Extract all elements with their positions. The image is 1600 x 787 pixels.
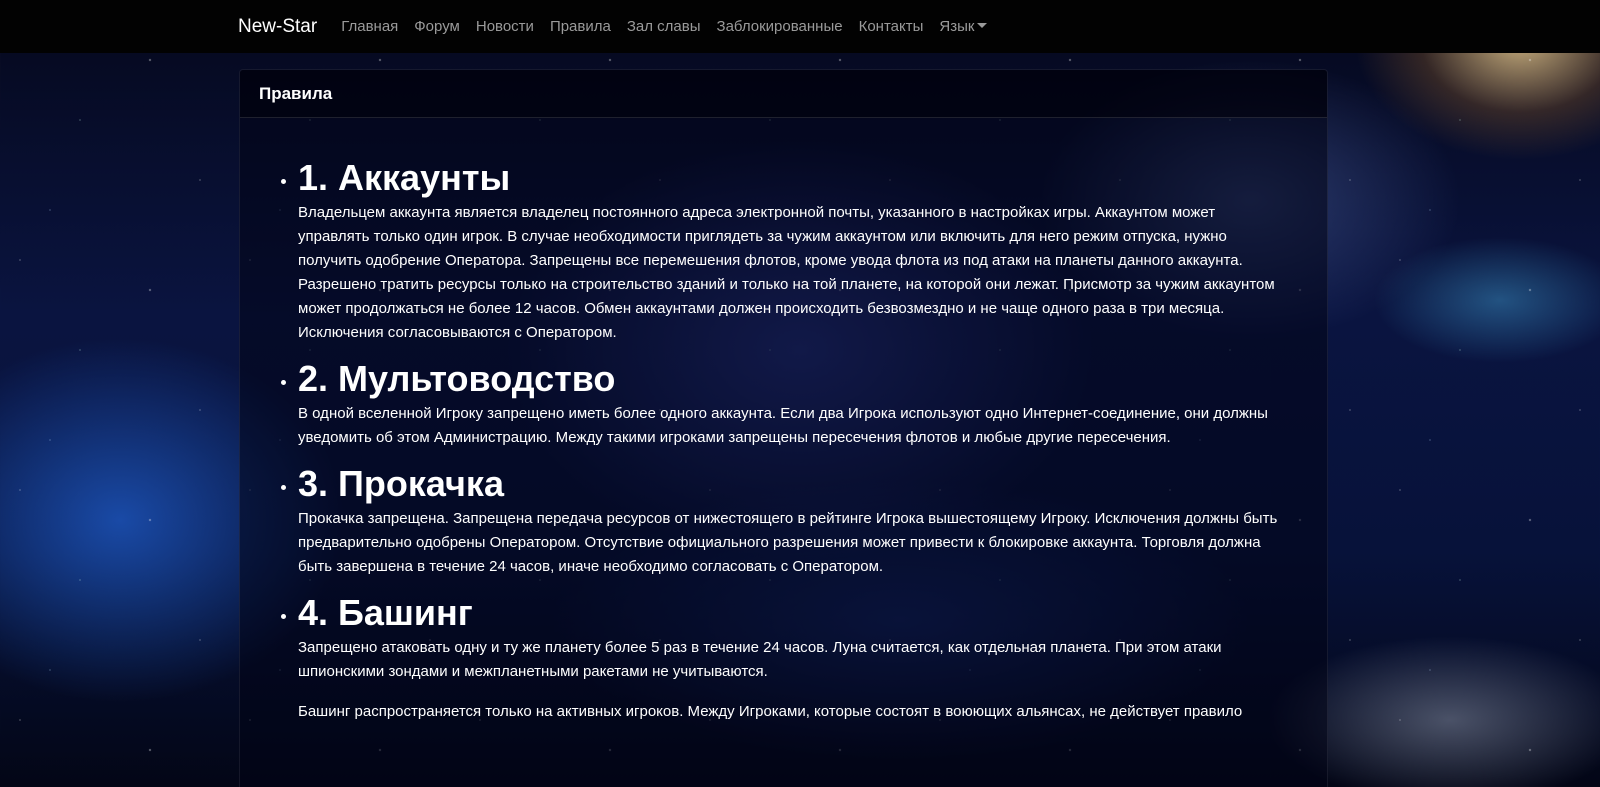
rule-title: 2. Мультоводство [298,358,616,399]
bullet-icon [281,179,286,184]
rule-title: 1. Аккаунты [298,157,511,198]
rules-list: 1. Аккаунты Владельцем аккаунта является… [240,118,1327,724]
rule-item: 4. Башинг Запрещено атаковать одну и ту … [281,592,1287,724]
nav-container: New-Star Главная Форум Новости Правила З… [238,16,995,38]
nav-link-forum[interactable]: Форум [406,18,468,35]
rule-title: 4. Башинг [298,592,473,633]
rule-text: В одной вселенной Игроку запрещено иметь… [298,405,1268,446]
nav-link-home[interactable]: Главная [333,18,406,35]
nav-link-banned[interactable]: Заблокированные [709,18,851,35]
language-dropdown[interactable]: Язык [931,18,995,35]
bullet-icon [281,485,286,490]
top-navbar: New-Star Главная Форум Новости Правила З… [0,0,1600,53]
rule-text: Владельцем аккаунта является владелец по… [298,204,1275,341]
rule-title: 3. Прокачка [298,463,504,504]
bullet-icon [281,614,286,619]
rules-card: Правила 1. Аккаунты Владельцем аккаунта … [239,69,1328,787]
rule-text: Прокачка запрещена. Запрещена передача р… [298,510,1278,575]
nav-link-hall-of-fame[interactable]: Зал славы [619,18,709,35]
language-dropdown-label: Язык [939,18,975,35]
nav-link-contacts[interactable]: Контакты [851,18,932,35]
rule-item: 2. Мультоводство В одной вселенной Игрок… [281,358,1287,450]
brand-logo-link[interactable]: New-Star [238,16,317,38]
caret-down-icon [977,23,988,28]
rule-item: 1. Аккаунты Владельцем аккаунта является… [281,157,1287,345]
card-header-title: Правила [240,70,1327,118]
rule-item: 3. Прокачка Прокачка запрещена. Запрещен… [281,463,1287,579]
nav-link-news[interactable]: Новости [468,18,542,35]
bullet-icon [281,380,286,385]
rule-text: Башинг распространяется только на активн… [298,703,1243,720]
nav-link-rules[interactable]: Правила [542,18,619,35]
rule-text: Запрещено атаковать одну и ту же планету… [298,639,1222,680]
